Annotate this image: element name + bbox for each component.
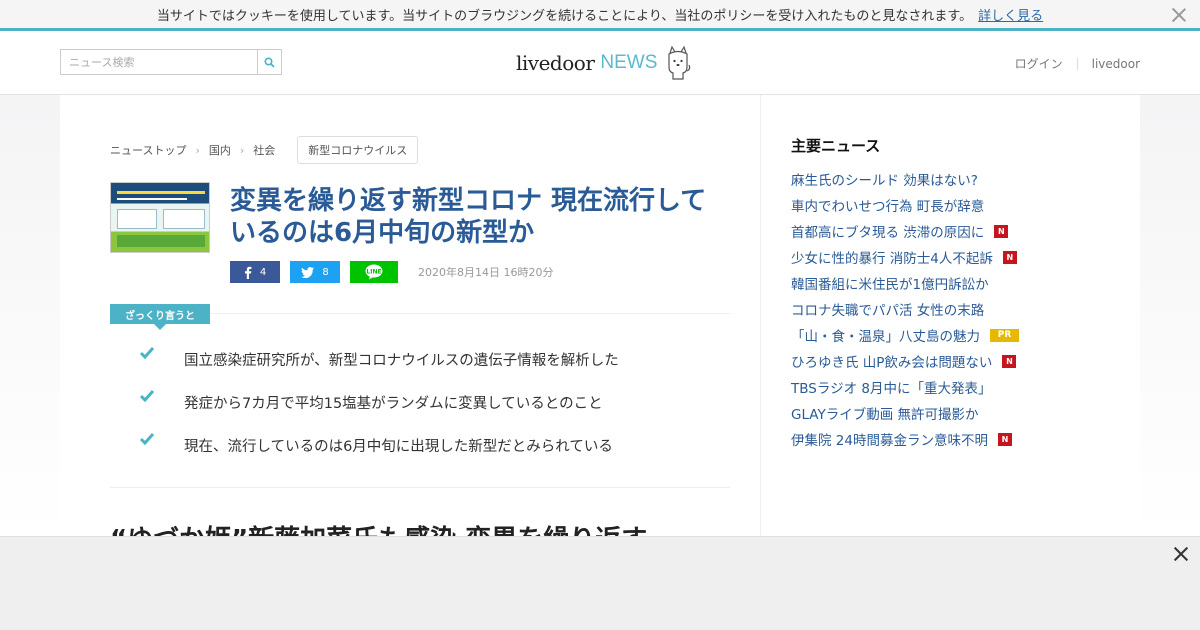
news-item[interactable]: ひろゆき氏 山P飲み会は問題ない N — [791, 348, 1121, 374]
summary-divider — [210, 313, 730, 314]
news-item-text: 麻生氏のシールド 効果はない? — [791, 173, 978, 189]
chevron-right-icon: › — [239, 143, 245, 157]
news-item-text: 「山・食・温泉」八丈島の魅力 — [791, 329, 980, 345]
close-icon[interactable] — [1172, 545, 1190, 563]
breadcrumb-item-domestic[interactable]: 国内 — [209, 142, 231, 158]
site-logo[interactable]: livedoor NEWS — [516, 43, 691, 83]
line-share-button[interactable]: LINE — [350, 261, 398, 283]
news-item[interactable]: 首都高にブタ現る 渋滞の原因に N — [791, 218, 1121, 244]
article-date: 2020年8月14日 16時20分 — [418, 266, 554, 279]
chevron-right-icon: › — [195, 143, 200, 157]
summary-item: 国立感染症研究所が、新型コロナウイルスの遺伝子情報を解析した — [140, 347, 730, 392]
breadcrumb: ニューストップ › 国内 › 社会 新型コロナウイルス — [110, 136, 419, 164]
logo-livedoor: livedoor — [516, 51, 595, 75]
sidebar-major-news: 主要ニュース 麻生氏のシールド 効果はない? 車内でわいせつ行為 町長が辞意 首… — [760, 95, 1140, 536]
summary-text: 発症から7カ月で平均15塩基がランダムに変異しているとのこと — [184, 396, 603, 412]
article-thumbnail[interactable] — [110, 182, 210, 253]
news-item-text: 少女に性的暴行 消防士4人不起訴 — [791, 251, 993, 267]
news-item[interactable]: 伊集院 24時間募金ラン意味不明 N — [791, 426, 1121, 452]
twitter-share-button[interactable]: 8 — [290, 261, 340, 283]
facebook-share-count: 4 — [259, 266, 267, 278]
summary-list: 国立感染症研究所が、新型コロナウイルスの遺伝子情報を解析した 発症から7カ月で平… — [140, 347, 730, 478]
article-title: 変異を繰り返す新型コロナ 現在流行しているのは6月中旬の新型か — [230, 186, 707, 248]
site-header: livedoor NEWS ログイン livedoor — [0, 31, 1200, 95]
summary-item: 現在、流行しているのは6月中旬に出現した新型だとみられている — [140, 433, 730, 478]
major-news-list: 麻生氏のシールド 効果はない? 車内でわいせつ行為 町長が辞意 首都高にブタ現る… — [791, 166, 1121, 452]
news-item[interactable]: TBSラジオ 8月中に「重大発表」 — [791, 374, 1121, 400]
facebook-icon — [244, 266, 252, 279]
sidebar-heading: 主要ニュース — [791, 137, 881, 155]
new-badge: N — [997, 432, 1012, 446]
livedoor-link[interactable]: livedoor — [1092, 57, 1140, 71]
cookie-more-link[interactable]: 詳しく見る — [978, 5, 1043, 24]
svg-text:LINE: LINE — [366, 269, 381, 276]
news-item-text: TBSラジオ 8月中に「重大発表」 — [791, 381, 992, 397]
header-divider — [1076, 57, 1078, 70]
share-bar: 4 8 LINE 2020年8月14日 16時20分 — [230, 261, 553, 283]
summary-label: ざっくり言うと — [110, 304, 210, 330]
news-item-text: 韓国番組に米住民が1億円訴訟か — [791, 277, 989, 293]
new-badge: N — [994, 224, 1009, 238]
breadcrumb-item-society[interactable]: 社会 — [253, 142, 275, 158]
search-button[interactable] — [257, 50, 281, 74]
news-item[interactable]: 麻生氏のシールド 効果はない? — [791, 166, 1121, 192]
news-item[interactable]: 「山・食・温泉」八丈島の魅力 PR — [791, 322, 1121, 348]
news-item-text: 車内でわいせつ行為 町長が辞意 — [791, 199, 985, 215]
breadcrumb-item-top[interactable]: ニューストップ — [110, 142, 186, 158]
summary-bottom-divider — [110, 487, 730, 488]
news-item-text: ひろゆき氏 山P飲み会は問題ない — [791, 355, 993, 371]
new-badge: N — [1002, 354, 1017, 368]
article-main: ニューストップ › 国内 › 社会 新型コロナウイルス 変異を繰り返す新型コロナ… — [60, 95, 760, 536]
new-badge: N — [1002, 250, 1017, 264]
cookie-banner: 当サイトではクッキーを使用しています。当サイトのブラウジングを続けることにより、… — [0, 0, 1200, 31]
news-item[interactable]: 韓国番組に米住民が1億円訴訟か — [791, 270, 1121, 296]
login-link[interactable]: ログイン — [1015, 55, 1063, 72]
news-item[interactable]: 車内でわいせつ行為 町長が辞意 — [791, 192, 1121, 218]
cookie-message: 当サイトではクッキーを使用しています。当サイトのブラウジングを続けることにより、… — [156, 8, 973, 24]
summary-text: 国立感染症研究所が、新型コロナウイルスの遺伝子情報を解析した — [184, 353, 619, 369]
twitter-icon — [301, 266, 315, 278]
news-item-text: GLAYライブ動画 無許可撮影か — [791, 407, 979, 423]
news-item[interactable]: 少女に性的暴行 消防士4人不起訴 N — [791, 244, 1121, 270]
logo-news: NEWS — [600, 52, 658, 73]
checkmark-icon — [140, 347, 154, 359]
twitter-share-count: 8 — [322, 266, 329, 278]
dog-mascot-icon — [668, 45, 691, 80]
cookie-close-icon[interactable] — [1170, 6, 1188, 24]
news-item[interactable]: コロナ失職でパパ活 女性の末路 — [791, 296, 1121, 322]
search-input[interactable] — [61, 50, 257, 74]
related-article-title[interactable]: “ゆづか姫”新藤加菜氏も感染 変異を繰り返す — [110, 519, 750, 536]
news-item-text: コロナ失職でパパ活 女性の末路 — [791, 303, 985, 319]
summary-text: 現在、流行しているのは6月中旬に出現した新型だとみられている — [184, 439, 613, 455]
news-item[interactable]: GLAYライブ動画 無許可撮影か — [791, 400, 1121, 426]
news-item-text: 伊集院 24時間募金ラン意味不明 — [791, 433, 988, 449]
bottom-ad-banner — [0, 536, 1200, 630]
pr-badge: PR — [990, 328, 1019, 342]
summary-item: 発症から7カ月で平均15塩基がランダムに変異しているとのこと — [140, 390, 730, 435]
header-links: ログイン livedoor — [1015, 55, 1140, 72]
checkmark-icon — [140, 390, 154, 402]
checkmark-icon — [140, 433, 154, 445]
facebook-share-button[interactable]: 4 — [230, 261, 280, 283]
line-icon: LINE — [365, 264, 383, 280]
topic-tag[interactable]: 新型コロナウイルス — [297, 136, 419, 164]
search-box — [60, 49, 282, 75]
search-icon — [264, 56, 275, 68]
news-item-text: 首都高にブタ現る 渋滞の原因に — [791, 225, 985, 241]
